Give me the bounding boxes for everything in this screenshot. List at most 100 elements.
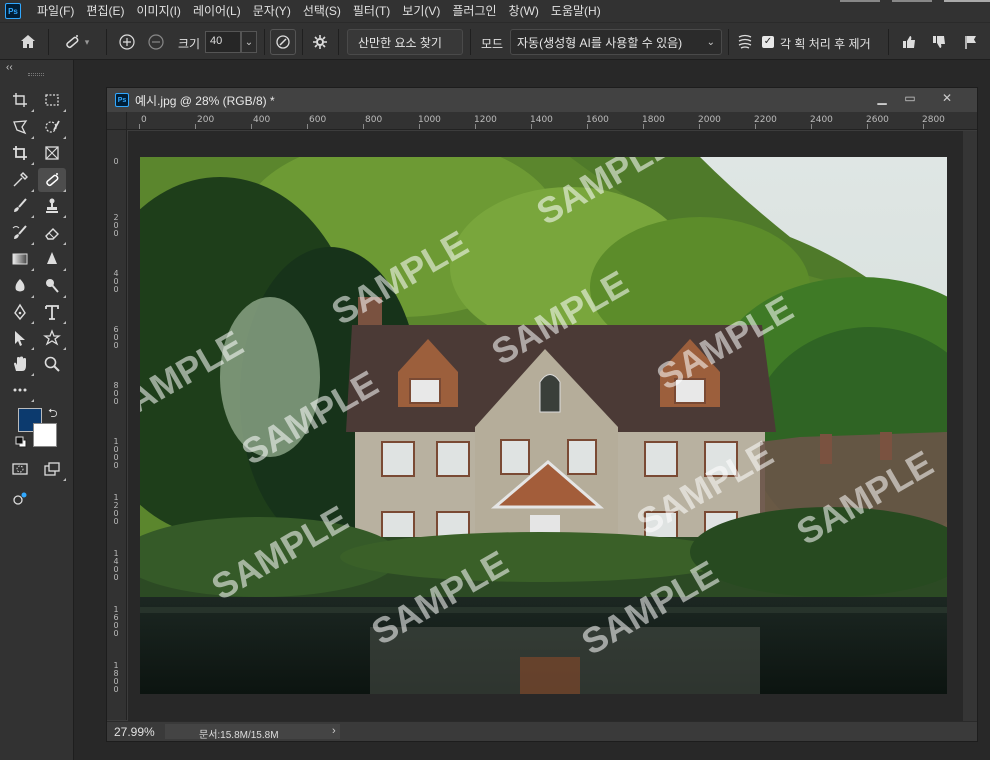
eraser-tool-icon[interactable] <box>38 221 66 245</box>
type-tool-icon[interactable] <box>38 300 66 324</box>
ruler-h-label: 600 <box>309 115 327 125</box>
path-selection-tool-icon[interactable] <box>6 326 34 350</box>
ruler-h-label: 1000 <box>418 115 441 125</box>
spot-healing-brush-icon[interactable]: ▾ <box>56 29 96 55</box>
close-icon[interactable]: ✕ <box>927 88 967 108</box>
window-controls[interactable] <box>840 0 990 6</box>
brush-tool-icon[interactable] <box>6 194 34 218</box>
thumbs-up-icon[interactable] <box>898 29 920 55</box>
menu-filter[interactable]: 필터(T) <box>347 0 396 22</box>
find-distractions-button[interactable]: 산만한 요소 찾기 <box>347 29 463 55</box>
more-tools-icon[interactable] <box>6 378 34 402</box>
menu-bar: Ps 파일(F) 편집(E) 이미지(I) 레이어(L) 문자(Y) 선택(S)… <box>0 0 990 22</box>
history-brush-tool-icon[interactable] <box>6 221 34 245</box>
gradient-tool-icon[interactable] <box>6 247 34 271</box>
clone-stamp-tool-icon[interactable] <box>38 194 66 218</box>
image-canvas[interactable]: SAMPLE SAMPLE SAMPLE SAMPLE SAMPLE SAMPL… <box>140 157 947 694</box>
size-label: 크기 <box>178 37 201 51</box>
pressure-icon[interactable] <box>270 29 296 55</box>
ruler-h-label: 2000 <box>698 115 721 125</box>
menu-plugins[interactable]: 플러그인 <box>446 0 502 22</box>
canvas-area[interactable]: SAMPLE SAMPLE SAMPLE SAMPLE SAMPLE SAMPL… <box>128 131 963 721</box>
share-for-review-icon[interactable] <box>6 487 34 511</box>
menu-image[interactable]: 이미지(I) <box>130 0 186 22</box>
mode-select[interactable]: 자동(생성형 AI를 사용할 수 있음) ⌄ <box>510 29 722 55</box>
ruler-v-label: 0 <box>113 157 119 166</box>
menu-type[interactable]: 문자(Y) <box>247 0 297 22</box>
zoom-level[interactable]: 27.99% <box>114 725 155 739</box>
blur-tool-icon[interactable] <box>38 247 66 271</box>
minimize-icon[interactable]: ▁ <box>869 88 895 108</box>
document-window: Ps 예시.jpg @ 28% (RGB/8) * ▁ ▭ ✕ 0 200 40… <box>106 87 978 742</box>
artboard-tool-icon[interactable] <box>6 88 34 112</box>
ruler-h-label: 2800 <box>922 115 945 125</box>
collapse-panel-icon[interactable]: ‹‹ <box>6 62 13 73</box>
remove-after-stroke-label: 각 획 처리 후 제거 <box>780 37 871 51</box>
pen-path-tool-icon[interactable] <box>6 300 34 324</box>
maximize-icon[interactable]: ▭ <box>897 88 923 108</box>
default-colors-icon[interactable] <box>15 436 27 448</box>
brush-subtract-icon[interactable] <box>145 29 167 55</box>
pen-tool-icon[interactable] <box>38 274 66 298</box>
brush-add-icon[interactable] <box>116 29 138 55</box>
object-selection-tool-icon[interactable] <box>38 115 66 139</box>
ruler-h-label: 1200 <box>474 115 497 125</box>
ruler-h-label: 2400 <box>810 115 833 125</box>
menu-view[interactable]: 보기(V) <box>396 0 446 22</box>
ruler-v-label: 800 <box>113 381 119 406</box>
size-dropdown[interactable]: ⌄ <box>241 31 257 53</box>
document-tab[interactable]: Ps 예시.jpg @ 28% (RGB/8) * ▁ ▭ ✕ <box>107 88 977 112</box>
menu-file[interactable]: 파일(F) <box>31 0 80 22</box>
ruler-v-label: 1400 <box>113 549 119 582</box>
thumbs-down-icon[interactable] <box>928 29 950 55</box>
photoshop-file-icon: Ps <box>115 93 129 107</box>
status-bar: 27.99% 문서:15.8M/15.8M › <box>107 721 977 741</box>
chevron-right-icon[interactable]: › <box>332 725 336 737</box>
document-info[interactable]: 문서:15.8M/15.8M <box>165 724 340 741</box>
lasso-tool-icon[interactable] <box>6 115 34 139</box>
custom-shape-tool-icon[interactable] <box>38 326 66 350</box>
quick-mask-icon[interactable] <box>6 457 34 481</box>
size-input[interactable]: 40 <box>205 31 241 53</box>
chevron-down-icon: ⌄ <box>706 36 715 48</box>
ruler-h-label: 800 <box>365 115 383 125</box>
ruler-h-label: 2600 <box>866 115 889 125</box>
vertical-ruler[interactable]: 0 200 400 600 800 1000 1200 1400 1600 18… <box>107 130 127 720</box>
screen-mode-icon[interactable] <box>38 457 66 481</box>
hand-tool-icon[interactable] <box>6 352 34 376</box>
panel-grip[interactable] <box>28 73 44 76</box>
ruler-v-label: 1200 <box>113 493 119 526</box>
menu-help[interactable]: 도움말(H) <box>545 0 607 22</box>
ruler-h-label: 2200 <box>754 115 777 125</box>
ruler-h-label: 400 <box>253 115 271 125</box>
remove-after-stroke-checkbox[interactable]: ✓ <box>762 36 774 48</box>
menu-window[interactable]: 창(W) <box>503 0 545 22</box>
zoom-tool-icon[interactable] <box>38 352 66 376</box>
ruler-origin[interactable] <box>107 112 127 130</box>
ruler-v-label: 200 <box>113 213 119 238</box>
home-icon[interactable] <box>14 29 42 55</box>
horizontal-ruler[interactable]: 0 200 400 600 800 1000 1200 1400 1600 18… <box>127 112 977 130</box>
photoshop-logo-icon: Ps <box>5 3 21 19</box>
vertical-scrollbar[interactable] <box>963 131 977 721</box>
menu-layer[interactable]: 레이어(L) <box>187 0 247 22</box>
settings-icon[interactable] <box>308 29 332 55</box>
mode-select-value: 자동(생성형 AI를 사용할 수 있음) <box>517 35 683 50</box>
menu-edit[interactable]: 편집(E) <box>80 0 130 22</box>
ruler-h-label: 1400 <box>530 115 553 125</box>
marquee-tool-icon[interactable] <box>38 88 66 112</box>
tools-panel: ‹‹ ⮌ <box>0 60 74 760</box>
ruler-h-label: 200 <box>197 115 215 125</box>
ruler-h-label: 0 <box>141 115 147 125</box>
background-color-swatch[interactable] <box>33 423 57 447</box>
dodge-tool-icon[interactable] <box>6 274 34 298</box>
ruler-h-label: 1600 <box>586 115 609 125</box>
spot-healing-tool-icon[interactable] <box>38 168 66 192</box>
frame-tool-icon[interactable] <box>38 141 66 165</box>
swap-colors-icon[interactable]: ⮌ <box>48 404 58 425</box>
flag-icon[interactable] <box>960 29 982 55</box>
menu-select[interactable]: 선택(S) <box>297 0 347 22</box>
eyedropper-tool-icon[interactable] <box>6 168 34 192</box>
crop-tool-icon[interactable] <box>6 141 34 165</box>
sample-all-layers-icon[interactable] <box>734 29 756 55</box>
